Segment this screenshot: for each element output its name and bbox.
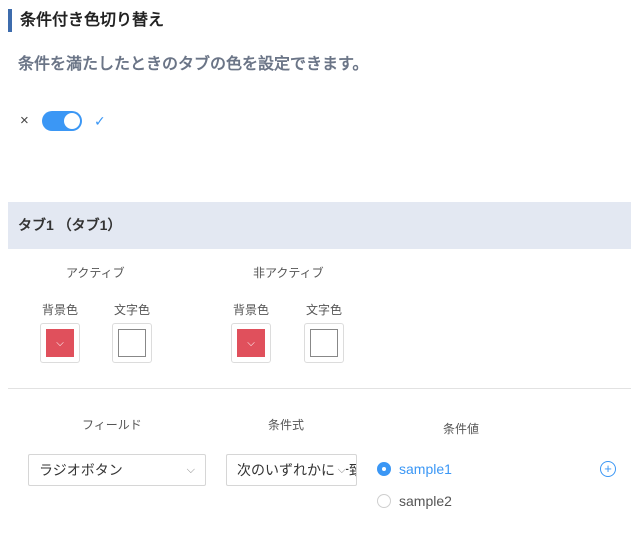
section-title: 条件付き色切り替え: [8, 9, 164, 32]
radio-button[interactable]: [377, 462, 391, 476]
check-icon: ✓: [94, 112, 106, 129]
inactive-text-label: 文字色: [305, 303, 342, 317]
expression-column-label: 条件式: [268, 418, 305, 432]
add-condition-icon[interactable]: +: [600, 461, 616, 477]
toggle-knob: [64, 113, 80, 129]
section-description: 条件を満たしたときのタブの色を設定できます。: [18, 56, 369, 73]
chevron-down-icon: ⌵: [247, 337, 255, 349]
radio-button[interactable]: [377, 494, 391, 508]
field-column-label: フィールド: [82, 418, 142, 432]
radio-option-sample2[interactable]: sample2: [377, 493, 452, 509]
tab-header: タブ1 （タブ1）: [8, 202, 631, 249]
inactive-background-label: 背景色: [232, 303, 269, 317]
chevron-down-icon: ⌵: [333, 455, 346, 485]
active-text-color-picker[interactable]: [112, 323, 152, 363]
enable-toggle-switch[interactable]: [42, 111, 82, 131]
radio-label: sample1: [399, 461, 452, 477]
active-background-label: 背景色: [41, 303, 78, 317]
field-select-value: ラジオボタン: [39, 462, 123, 478]
active-group-label: アクティブ: [66, 266, 125, 280]
active-background-color-picker[interactable]: ⌵: [40, 323, 80, 363]
field-select[interactable]: ラジオボタン ⌵: [28, 454, 206, 486]
inactive-group-label: 非アクティブ: [253, 266, 324, 280]
expression-select[interactable]: 次のいずれかに一致する ⌵: [226, 454, 357, 486]
inactive-background-color-picker[interactable]: ⌵: [231, 323, 271, 363]
radio-label: sample2: [399, 493, 452, 509]
close-icon: ×: [20, 112, 29, 129]
enable-toggle-row: × ✓: [20, 110, 106, 132]
inactive-text-color-picker[interactable]: [304, 323, 344, 363]
chevron-down-icon: ⌵: [56, 337, 64, 349]
divider: [8, 388, 631, 389]
value-column-label: 条件値: [443, 422, 480, 436]
chevron-down-icon: ⌵: [186, 464, 195, 476]
radio-option-sample1[interactable]: sample1: [377, 461, 452, 477]
active-text-label: 文字色: [113, 303, 150, 317]
